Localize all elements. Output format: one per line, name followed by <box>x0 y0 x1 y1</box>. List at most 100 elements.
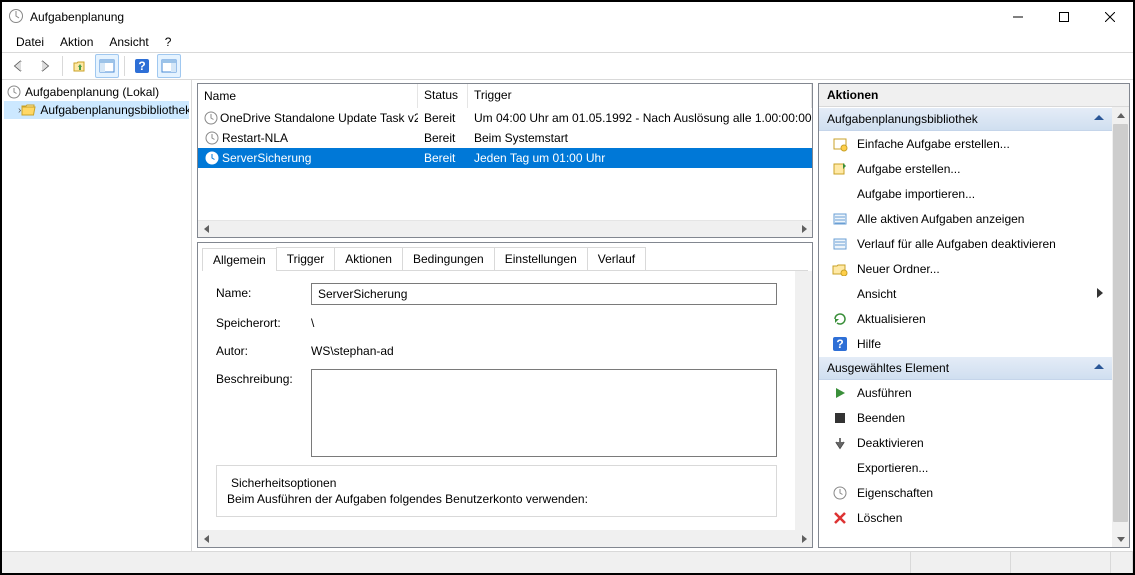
author-value: WS\stephan-ad <box>311 341 777 361</box>
action-label: Aufgabe importieren... <box>857 187 975 201</box>
tab-conditions[interactable]: Bedingungen <box>402 247 495 270</box>
main-area: Aufgabenplanung (Lokal) › Aufgabenplanun… <box>2 80 1133 551</box>
back-button[interactable] <box>6 54 30 78</box>
horizontal-scrollbar[interactable] <box>198 530 812 547</box>
forward-button[interactable] <box>33 54 57 78</box>
statusbar <box>2 551 1133 573</box>
show-hide-tree-button[interactable] <box>95 54 119 78</box>
help-button[interactable]: ? <box>130 54 154 78</box>
menu-file[interactable]: Datei <box>10 33 50 51</box>
col-header-name[interactable]: Name <box>198 84 418 108</box>
description-field[interactable] <box>311 369 777 457</box>
chevron-right-icon <box>1096 287 1104 301</box>
create-basic-icon <box>831 135 849 153</box>
action-item[interactable]: Verlauf für alle Aufgaben deaktivieren <box>819 231 1112 256</box>
action-label: Verlauf für alle Aufgaben deaktivieren <box>857 237 1056 251</box>
tree-library[interactable]: › Aufgabenplanungsbibliothek <box>4 101 189 119</box>
toolbar-separator <box>62 56 63 76</box>
run-icon <box>831 384 849 402</box>
task-trigger: Um 04:00 Uhr am 01.05.1992 - Nach Auslös… <box>468 110 812 126</box>
action-item[interactable]: Einfache Aufgabe erstellen... <box>819 131 1112 156</box>
task-trigger: Beim Systemstart <box>468 130 812 146</box>
col-header-status[interactable]: Status <box>418 84 468 108</box>
window-title: Aufgabenplanung <box>30 10 995 24</box>
menu-view[interactable]: Ansicht <box>103 33 154 51</box>
task-row[interactable]: ServerSicherungBereitJeden Tag um 01:00 … <box>198 148 812 168</box>
scroll-left-icon[interactable] <box>198 221 215 238</box>
action-label: Alle aktiven Aufgaben anzeigen <box>857 212 1024 226</box>
action-item[interactable]: Aufgabe erstellen... <box>819 156 1112 181</box>
disable-history-icon <box>831 235 849 253</box>
up-folder-button[interactable] <box>68 54 92 78</box>
col-header-trigger[interactable]: Trigger <box>468 84 812 108</box>
action-item[interactable]: Alle aktiven Aufgaben anzeigen <box>819 206 1112 231</box>
actions-section[interactable]: Aufgabenplanungsbibliothek <box>819 107 1112 131</box>
toolbar-separator <box>124 56 125 76</box>
collapse-up-icon <box>1094 361 1104 375</box>
action-item[interactable]: Eigenschaften <box>819 480 1112 505</box>
task-status: Bereit <box>418 150 468 166</box>
tab-history[interactable]: Verlauf <box>587 247 646 270</box>
vertical-scrollbar[interactable] <box>1112 107 1129 547</box>
task-name: Restart-NLA <box>222 131 288 145</box>
action-item[interactable]: Beenden <box>819 405 1112 430</box>
task-row[interactable]: Restart-NLABereitBeim Systemstart <box>198 128 812 148</box>
help-icon: ? <box>831 335 849 353</box>
center-pane: Name Status Trigger OneDrive Standalone … <box>192 80 818 551</box>
menu-help[interactable]: ? <box>159 33 178 51</box>
description-label: Beschreibung: <box>216 369 311 457</box>
table-header: Name Status Trigger <box>198 84 812 108</box>
action-item[interactable]: ? Hilfe <box>819 331 1112 356</box>
delete-icon <box>831 509 849 527</box>
action-item[interactable]: Exportieren... <box>819 455 1112 480</box>
action-item[interactable]: Neuer Ordner... <box>819 256 1112 281</box>
vertical-scrollbar[interactable] <box>795 271 812 530</box>
action-label: Hilfe <box>857 337 881 351</box>
clock-icon <box>204 110 218 126</box>
maximize-button[interactable] <box>1041 2 1087 32</box>
view-icon <box>831 285 849 303</box>
tab-settings[interactable]: Einstellungen <box>494 247 588 270</box>
menu-action[interactable]: Aktion <box>54 33 99 51</box>
tab-triggers[interactable]: Trigger <box>276 247 336 270</box>
action-label: Aktualisieren <box>857 312 926 326</box>
show-action-pane-button[interactable] <box>157 54 181 78</box>
tab-strip: Allgemein Trigger Aktionen Bedingungen E… <box>198 243 812 270</box>
action-item[interactable]: Deaktivieren <box>819 430 1112 455</box>
refresh-icon <box>831 310 849 328</box>
action-label: Deaktivieren <box>857 436 924 450</box>
menubar: Datei Aktion Ansicht ? <box>2 32 1133 52</box>
name-field[interactable]: ServerSicherung <box>311 283 777 305</box>
close-button[interactable] <box>1087 2 1133 32</box>
disable-icon <box>831 434 849 452</box>
action-label: Ansicht <box>857 287 896 301</box>
import-icon <box>831 185 849 203</box>
task-name: ServerSicherung <box>222 151 311 165</box>
actions-pane: Aktionen AufgabenplanungsbibliothekEinfa… <box>818 80 1133 551</box>
tree-root-label: Aufgabenplanung (Lokal) <box>25 85 159 99</box>
action-item[interactable]: Löschen <box>819 505 1112 530</box>
tree-root[interactable]: Aufgabenplanung (Lokal) <box>4 83 189 101</box>
action-item[interactable]: Aufgabe importieren... <box>819 181 1112 206</box>
tab-actions[interactable]: Aktionen <box>334 247 403 270</box>
svg-text:?: ? <box>836 337 843 351</box>
tab-general[interactable]: Allgemein <box>202 248 277 271</box>
location-value: \ <box>311 313 777 333</box>
horizontal-scrollbar[interactable] <box>198 220 812 237</box>
action-item[interactable]: Aktualisieren <box>819 306 1112 331</box>
toolbar: ? <box>2 52 1133 80</box>
task-row[interactable]: OneDrive Standalone Update Task v2Bereit… <box>198 108 812 128</box>
action-label: Aufgabe erstellen... <box>857 162 960 176</box>
task-name: OneDrive Standalone Update Task v2 <box>220 111 418 125</box>
actions-section[interactable]: Ausgewähltes Element <box>819 356 1112 380</box>
clock-icon <box>204 150 220 166</box>
tree-pane: Aufgabenplanung (Lokal) › Aufgabenplanun… <box>2 80 192 551</box>
show-active-icon <box>831 210 849 228</box>
task-list: Name Status Trigger OneDrive Standalone … <box>197 83 813 238</box>
location-label: Speicherort: <box>216 313 311 333</box>
tree-library-label: Aufgabenplanungsbibliothek <box>40 103 189 117</box>
scroll-right-icon[interactable] <box>795 221 812 238</box>
action-item[interactable]: Ausführen <box>819 380 1112 405</box>
action-item[interactable]: Ansicht <box>819 281 1112 306</box>
minimize-button[interactable] <box>995 2 1041 32</box>
